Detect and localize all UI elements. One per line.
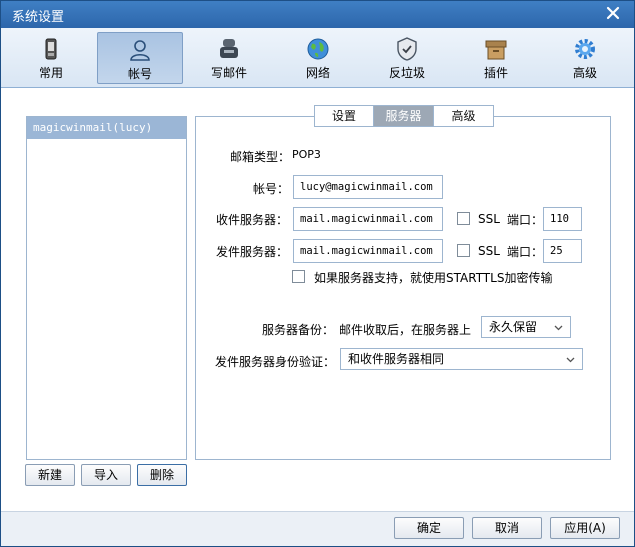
tab-settings[interactable]: 设置 <box>314 105 374 127</box>
starttls-checkbox[interactable] <box>292 270 305 283</box>
box-icon <box>485 40 507 60</box>
auth-label: 发件服务器身份验证： <box>215 355 336 369</box>
shield-icon <box>397 37 417 61</box>
outgoing-ssl-checkbox[interactable] <box>457 244 470 257</box>
list-item[interactable]: magicwinmail(lucy) <box>27 117 186 139</box>
import-button[interactable]: 导入 <box>81 464 131 486</box>
gear-icon <box>575 39 595 59</box>
toolbar-item-account[interactable]: 帐号 <box>97 32 183 84</box>
account-label: 帐号： <box>253 182 290 196</box>
apply-button[interactable]: 应用(A) <box>550 517 620 539</box>
toolbar-label: 高级 <box>572 66 597 80</box>
incoming-server-label: 收件服务器： <box>216 213 289 227</box>
window-title: 系统设置 <box>12 10 65 25</box>
tab-bar: 设置 服务器 高级 <box>314 105 494 127</box>
toolbar-label: 写邮件 <box>210 66 247 80</box>
toolbar-item-advanced[interactable]: 高级 <box>542 32 628 84</box>
user-icon <box>130 40 150 61</box>
new-account-button[interactable]: 新建 <box>25 464 75 486</box>
tab-advanced[interactable]: 高级 <box>434 105 494 127</box>
incoming-ssl-checkbox[interactable] <box>457 212 470 225</box>
delete-button[interactable]: 删除 <box>137 464 187 486</box>
incoming-ssl-label: SSL <box>478 212 500 226</box>
auth-select-value: 和收件服务器相同 <box>348 352 445 366</box>
outgoing-server-label: 发件服务器： <box>216 245 289 259</box>
chevron-down-icon <box>566 357 575 363</box>
backup-label: 服务器备份： <box>262 323 335 337</box>
auth-select[interactable]: 和收件服务器相同 <box>340 348 583 370</box>
toolbar-item-general[interactable]: 常用 <box>8 32 94 84</box>
starttls-label: 如果服务器支持，就使用STARTTLS加密传输 <box>314 271 553 285</box>
backup-select-value: 永久保留 <box>489 320 538 334</box>
backup-description: 邮件收取后，在服务器上 <box>339 323 472 337</box>
settings-window: 系统设置 常用 帐号 写邮件 网络 反垃圾 插件 高级 magicwinmail… <box>0 0 635 547</box>
compose-icon <box>220 39 238 58</box>
toolbar-label: 反垃圾 <box>388 66 425 80</box>
outgoing-port-field[interactable]: 25 <box>543 239 582 263</box>
toolbar-item-plugins[interactable]: 插件 <box>453 32 539 84</box>
toolbar: 常用 帐号 写邮件 网络 反垃圾 插件 高级 <box>1 28 634 88</box>
tab-server[interactable]: 服务器 <box>374 105 434 127</box>
account-list[interactable]: magicwinmail(lucy) <box>26 116 187 460</box>
phone-icon <box>45 38 57 60</box>
outgoing-server-field[interactable]: mail.magicwinmail.com <box>293 239 443 263</box>
chevron-down-icon <box>554 325 563 331</box>
close-icon[interactable] <box>604 4 622 22</box>
toolbar-label: 网络 <box>305 66 330 80</box>
toolbar-label: 帐号 <box>127 67 152 81</box>
toolbar-label: 常用 <box>38 66 63 80</box>
toolbar-item-network[interactable]: 网络 <box>275 32 361 84</box>
mailbox-type-label: 邮箱类型： <box>230 150 291 164</box>
toolbar-item-compose[interactable]: 写邮件 <box>186 32 272 84</box>
outgoing-port-label: 端口： <box>507 245 544 259</box>
outgoing-ssl-label: SSL <box>478 244 500 258</box>
mailbox-type-value: POP3 <box>292 148 321 161</box>
globe-icon <box>307 38 329 60</box>
incoming-port-field[interactable]: 110 <box>543 207 582 231</box>
toolbar-label: 插件 <box>483 66 508 80</box>
cancel-button[interactable]: 取消 <box>472 517 542 539</box>
server-settings-panel <box>195 116 611 460</box>
title-bar: 系统设置 <box>1 1 634 28</box>
backup-select[interactable]: 永久保留 <box>481 316 571 338</box>
account-field[interactable]: lucy@magicwinmail.com <box>293 175 443 199</box>
ok-button[interactable]: 确定 <box>394 517 464 539</box>
toolbar-item-antispam[interactable]: 反垃圾 <box>364 32 450 84</box>
incoming-server-field[interactable]: mail.magicwinmail.com <box>293 207 443 231</box>
incoming-port-label: 端口： <box>507 213 544 227</box>
